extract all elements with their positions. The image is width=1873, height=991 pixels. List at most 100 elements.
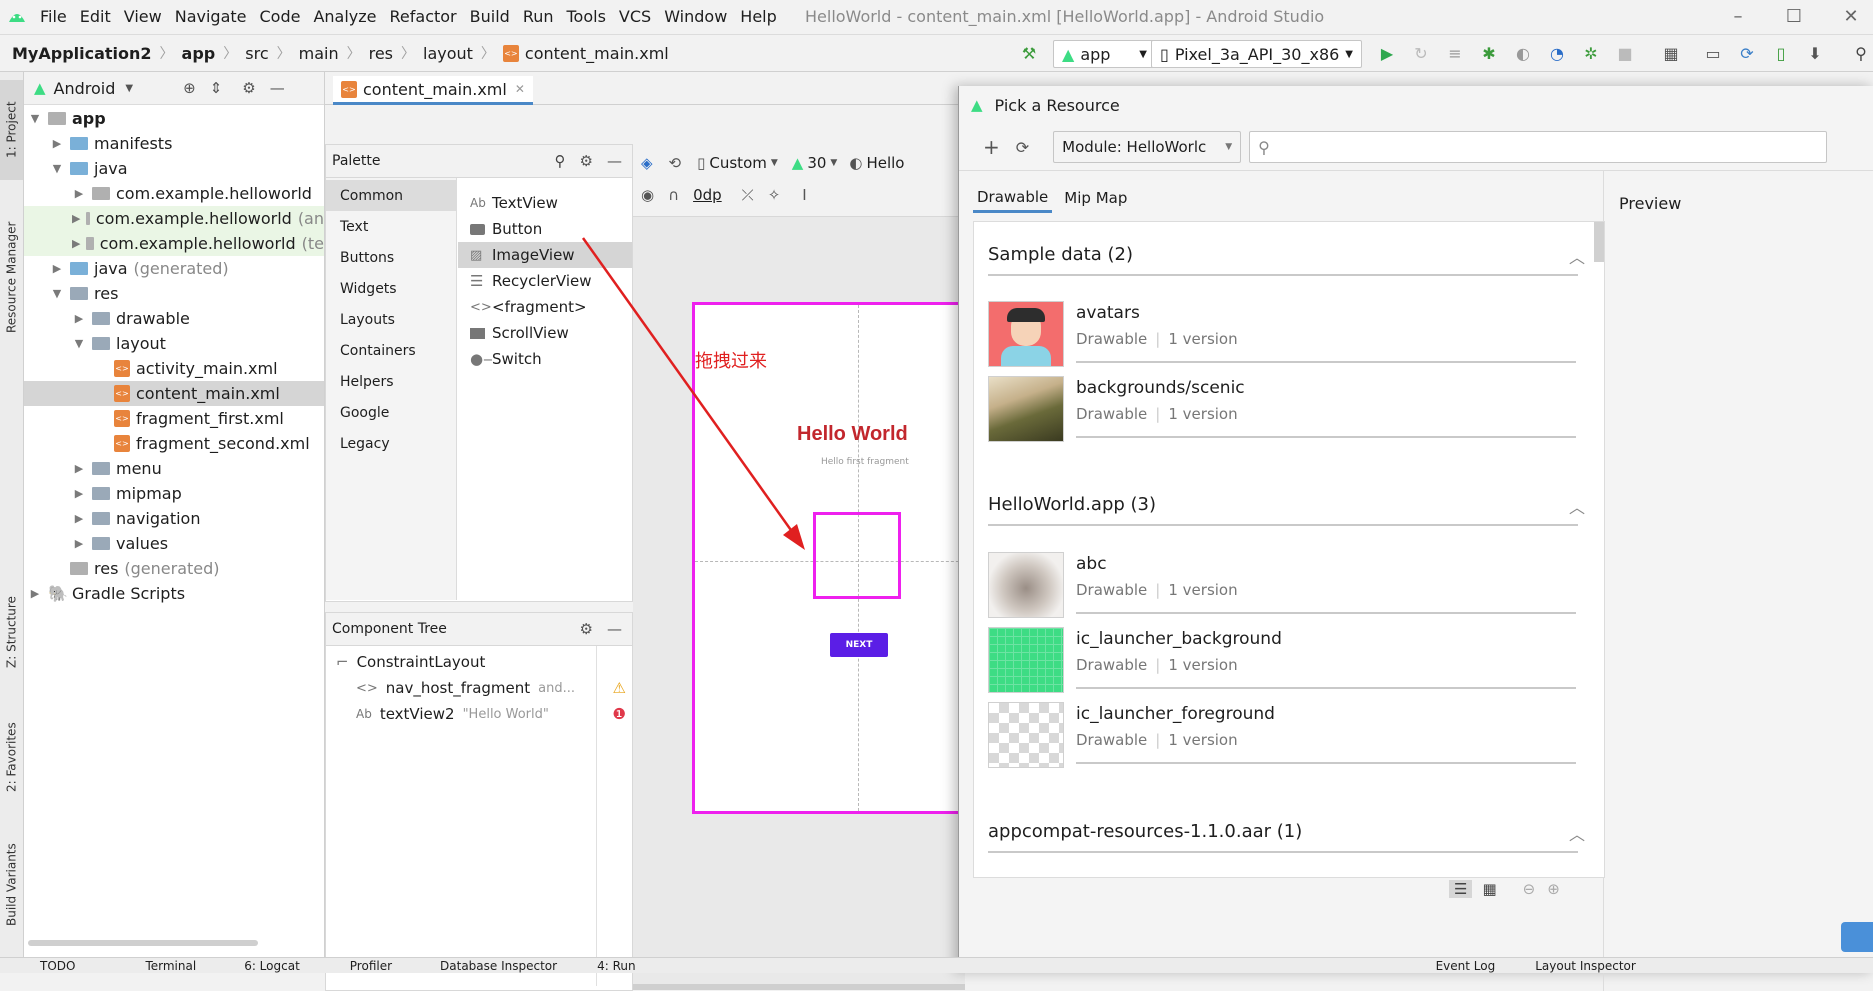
tree-java[interactable]: ▼ java (50, 156, 128, 181)
layers-icon[interactable]: ◈ (641, 154, 653, 172)
tree-node-textview2[interactable]: Ab textView2 "Hello World" ❶ (356, 705, 626, 723)
coverage-icon[interactable]: ✲ (1580, 42, 1602, 64)
tab-build-variants[interactable]: Build Variants (0, 827, 23, 942)
clear-constraints-icon[interactable]: ⤫ (742, 186, 754, 204)
grid-view-icon[interactable]: ▦ (1482, 880, 1496, 898)
default-margin-select[interactable]: 0dp (693, 186, 722, 204)
hello-first-fragment-text[interactable]: Hello first fragment (821, 457, 909, 467)
tab-database-inspector[interactable]: Database Inspector (440, 959, 557, 973)
ok-button[interactable] (1841, 922, 1873, 952)
tree-menu[interactable]: ▶ menu (72, 456, 162, 481)
tab-layout-inspector[interactable]: Layout Inspector (1535, 959, 1636, 973)
tree-manifests[interactable]: ▶ manifests (50, 131, 173, 156)
zoom-in-icon[interactable]: ⊕ (1547, 880, 1560, 898)
tree-fragment-first-xml[interactable]: <> fragment_first.xml (114, 406, 284, 431)
menu-edit[interactable]: Edit (80, 7, 111, 26)
tab-favorites[interactable]: 2: Favorites (0, 702, 23, 812)
tab-terminal[interactable]: Terminal (145, 959, 196, 973)
hammer-icon[interactable]: ⚒ (1018, 42, 1040, 64)
breadcrumb-layout[interactable]: layout (423, 44, 473, 63)
resource-backgrounds-scenic[interactable]: backgrounds/scenic Drawable | 1 version (988, 372, 1578, 444)
tree-package-test[interactable]: ▶ com.example.helloworld (te (24, 231, 324, 256)
breadcrumb-src[interactable]: src (245, 44, 268, 63)
layout-preview[interactable]: Hello World Hello first fragment 拖拽过来 NE… (692, 302, 992, 814)
tree-node-nav-host-fragment[interactable]: <> nav_host_fragment and... ⚠ (356, 679, 626, 697)
palette-category-legacy[interactable]: Legacy (326, 428, 456, 459)
gear-icon[interactable]: ⚙ (242, 79, 255, 97)
attach-debugger-icon[interactable]: ◐ (1512, 42, 1534, 64)
tree-gradle-scripts[interactable]: ▶ 🐘 Gradle Scripts (28, 581, 185, 606)
tree-navigation[interactable]: ▶ navigation (72, 506, 201, 531)
minimize-button[interactable]: – (1725, 4, 1751, 30)
tab-profiler[interactable]: Profiler (350, 959, 392, 973)
device-manager-icon[interactable]: ▯ (1770, 42, 1792, 64)
menu-navigate[interactable]: Navigate (175, 7, 247, 26)
gear-icon[interactable]: ⚙ (580, 152, 593, 170)
close-window-button[interactable]: ✕ (1838, 4, 1864, 30)
rerun-icon[interactable]: ↻ (1410, 42, 1432, 64)
apply-changes-icon[interactable]: ≡ (1444, 42, 1466, 64)
breadcrumb-res[interactable]: res (369, 44, 393, 63)
hide-panel-icon[interactable]: — (607, 152, 622, 170)
search-icon[interactable]: ⚲ (555, 152, 566, 170)
palette-item-fragment[interactable]: <> <fragment> (458, 294, 632, 320)
locate-icon[interactable]: ⊕ (183, 79, 196, 97)
breadcrumb-file[interactable]: content_main.xml (525, 44, 669, 63)
run-config-select[interactable]: ▲ app ▼ (1053, 40, 1156, 68)
device-icon[interactable]: ▯ (697, 154, 705, 172)
section-appcompat-resources[interactable]: appcompat-resources-1.1.0.aar (1) (988, 821, 1302, 842)
tree-app[interactable]: ▼ app (28, 106, 106, 131)
infer-constraints-icon[interactable]: ✧ (768, 186, 781, 204)
sdk-manager-icon[interactable]: ⬇ (1804, 42, 1826, 64)
profile-icon[interactable]: ◔ (1546, 42, 1568, 64)
eye-icon[interactable]: ◉ (641, 186, 654, 204)
horizontal-scrollbar[interactable] (28, 940, 258, 946)
tree-fragment-second-xml[interactable]: <> fragment_second.xml (114, 431, 310, 456)
palette-category-buttons[interactable]: Buttons (326, 242, 456, 273)
menu-build[interactable]: Build (470, 7, 510, 26)
tree-activity-main-xml[interactable]: <> activity_main.xml (114, 356, 278, 381)
hide-panel-icon[interactable]: — (270, 79, 285, 97)
resource-search-input[interactable]: ⚲ (1249, 131, 1828, 163)
resource-avatars[interactable]: avatars Drawable | 1 version (988, 297, 1578, 369)
debug-icon[interactable]: ✱ (1478, 42, 1500, 64)
resource-ic-launcher-foreground[interactable]: ic_launcher_foreground Drawable | 1 versio… (988, 698, 1578, 770)
tab-todo[interactable]: TODO (40, 959, 75, 973)
palette-item-recyclerview[interactable]: ☰ RecyclerView (458, 268, 632, 294)
hide-panel-icon[interactable]: — (607, 620, 622, 638)
collapse-caret-icon[interactable]: ︿ (1569, 821, 1585, 845)
menu-refactor[interactable]: Refactor (390, 7, 457, 26)
maximize-button[interactable]: ☐ (1781, 4, 1807, 30)
menu-analyze[interactable]: Analyze (313, 7, 376, 26)
menu-file[interactable]: File (40, 7, 67, 26)
tab-logcat[interactable]: 6: Logcat (244, 959, 300, 973)
tab-mip-map[interactable]: Mip Map (1060, 185, 1131, 211)
chevron-down-icon[interactable]: ▼ (125, 83, 133, 94)
menu-view[interactable]: View (124, 7, 162, 26)
magnet-icon[interactable]: ∩ (668, 186, 679, 204)
menu-run[interactable]: Run (523, 7, 554, 26)
palette-category-containers[interactable]: Containers (326, 335, 456, 366)
gear-icon[interactable]: ⚙ (580, 620, 593, 638)
tree-node-constraintlayout[interactable]: ⌐ ConstraintLayout (336, 653, 485, 671)
error-icon[interactable]: ❶ (613, 705, 626, 723)
tree-mipmap[interactable]: ▶ mipmap (72, 481, 182, 506)
breadcrumb-project[interactable]: MyApplication2 (12, 44, 152, 63)
hello-world-text[interactable]: Hello World (797, 423, 908, 446)
menu-tools[interactable]: Tools (567, 7, 606, 26)
palette-item-imageview[interactable]: ▨ ImageView (458, 242, 632, 268)
tree-package-main[interactable]: ▶ com.example.helloworld (72, 181, 312, 206)
menu-code[interactable]: Code (260, 7, 301, 26)
run-icon[interactable]: ▶ (1376, 42, 1398, 64)
palette-category-common[interactable]: Common (326, 180, 456, 211)
tree-content-main-xml[interactable]: <> content_main.xml (24, 381, 324, 406)
palette-category-google[interactable]: Google (326, 397, 456, 428)
tab-drawable[interactable]: Drawable (973, 184, 1053, 213)
search-icon[interactable]: ⚲ (1850, 42, 1872, 64)
list-view-icon[interactable]: ☰ (1449, 880, 1473, 898)
collapse-all-icon[interactable]: ⇕ (210, 79, 223, 97)
resource-ic-launcher-background[interactable]: ic_launcher_background Drawable | 1 versio… (988, 623, 1578, 695)
avd-manager-icon[interactable]: ▭ (1702, 42, 1724, 64)
device-select[interactable]: ▯ Pixel_3a_API_30_x86 ▼ (1151, 40, 1362, 68)
next-button[interactable]: NEXT (830, 633, 888, 657)
